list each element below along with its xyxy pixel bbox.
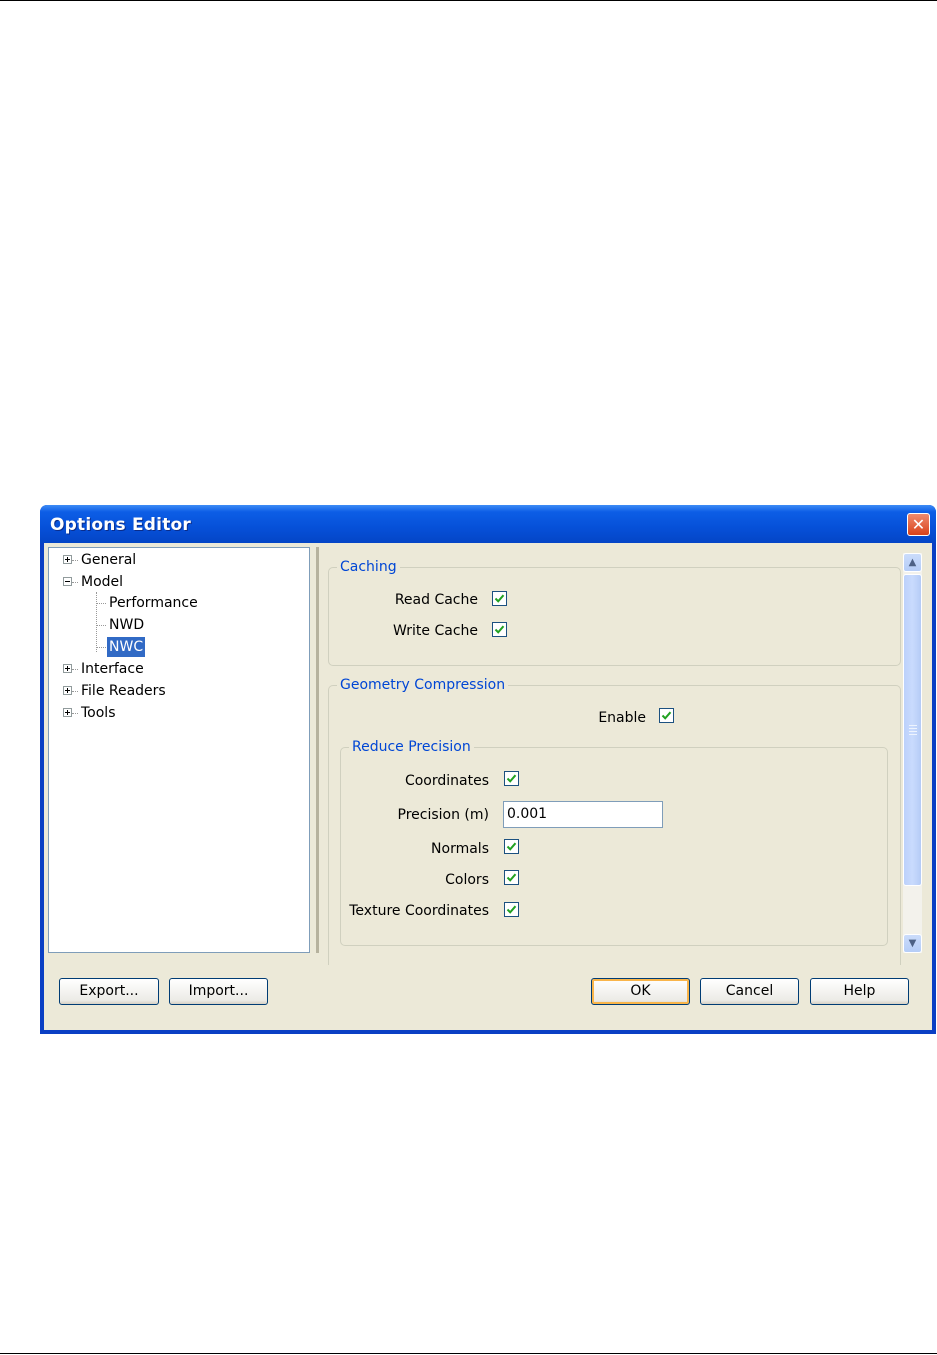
caching-legend: Caching <box>337 558 400 576</box>
expand-icon[interactable] <box>63 664 72 673</box>
reduce-precision-legend: Reduce Precision <box>349 738 474 756</box>
options-tree[interactable]: General Model Performance NWD NWC Interf… <box>48 547 310 953</box>
collapse-icon[interactable] <box>63 577 72 586</box>
expand-icon[interactable] <box>63 555 72 564</box>
window-title: Options Editor <box>50 515 191 535</box>
chevron-down-icon: ▼ <box>908 938 917 949</box>
close-button[interactable]: ✕ <box>907 513 930 536</box>
tree-item-label: Model <box>81 574 124 590</box>
scroll-up-button[interactable]: ▲ <box>903 553 922 572</box>
precision-input[interactable]: 0.001 <box>503 801 663 828</box>
tree-item-label-selected: NWC <box>107 637 146 657</box>
tree-connector <box>96 625 106 626</box>
help-button[interactable]: Help <box>810 978 909 1005</box>
export-button[interactable]: Export... <box>59 978 159 1005</box>
title-bar[interactable]: Options Editor ✕ <box>40 505 936 543</box>
texture-coordinates-checkbox[interactable] <box>504 902 519 917</box>
enable-checkbox[interactable] <box>659 708 674 723</box>
tree-item-label: Interface <box>81 661 144 677</box>
read-cache-label: Read Cache <box>394 592 478 608</box>
coordinates-checkbox[interactable] <box>504 771 519 786</box>
import-button[interactable]: Import... <box>169 978 268 1005</box>
ok-button[interactable]: OK <box>591 978 690 1005</box>
tree-connector <box>96 592 97 652</box>
scroll-thumb[interactable] <box>903 574 922 886</box>
tree-item-label: File Readers <box>81 683 166 699</box>
settings-panel: Caching Read Cache Write Cache Geometry … <box>316 547 928 965</box>
read-cache-checkbox[interactable] <box>492 591 507 606</box>
options-editor-window: Options Editor ✕ General Model Performan… <box>40 505 936 1034</box>
geometry-compression-group: Geometry Compression Enable Reduce Preci… <box>328 676 901 965</box>
reduce-precision-group: Reduce Precision Coordinates Precision (… <box>340 738 888 946</box>
normals-checkbox[interactable] <box>504 839 519 854</box>
settings-scrollbar[interactable]: ▲ ▼ <box>903 553 922 953</box>
page-top-rule <box>0 0 937 1</box>
write-cache-label: Write Cache <box>393 623 478 639</box>
checkmark-icon <box>661 711 672 720</box>
tree-item-label: Performance <box>109 595 198 611</box>
checkmark-icon <box>506 905 517 914</box>
page-bottom-rule <box>0 1353 937 1354</box>
tree-item-label: General <box>81 552 137 568</box>
scroll-down-button[interactable]: ▼ <box>903 934 922 953</box>
checkmark-icon <box>494 594 505 603</box>
checkmark-icon <box>506 774 517 783</box>
tree-item-label: NWD <box>109 617 145 633</box>
caching-group: Caching Read Cache Write Cache <box>328 558 901 666</box>
expand-icon[interactable] <box>63 686 72 695</box>
tree-connector <box>96 603 106 604</box>
tree-item-label: Tools <box>81 705 116 721</box>
geometry-compression-legend: Geometry Compression <box>337 676 509 694</box>
coordinates-label: Coordinates <box>404 773 489 789</box>
checkmark-icon <box>506 842 517 851</box>
cancel-button[interactable]: Cancel <box>700 978 799 1005</box>
checkmark-icon <box>506 873 517 882</box>
write-cache-checkbox[interactable] <box>492 622 507 637</box>
normals-label: Normals <box>431 841 489 857</box>
chevron-up-icon: ▲ <box>908 557 917 568</box>
colors-checkbox[interactable] <box>504 870 519 885</box>
checkmark-icon <box>494 625 505 634</box>
enable-label: Enable <box>598 710 646 726</box>
expand-icon[interactable] <box>63 708 72 717</box>
colors-label: Colors <box>445 872 489 888</box>
close-icon: ✕ <box>911 515 926 534</box>
precision-label: Precision (m) <box>397 807 489 823</box>
tree-connector <box>96 647 106 648</box>
texture-coordinates-label: Texture Coordinates <box>349 903 489 919</box>
dialog-body: General Model Performance NWD NWC Interf… <box>44 543 932 1030</box>
